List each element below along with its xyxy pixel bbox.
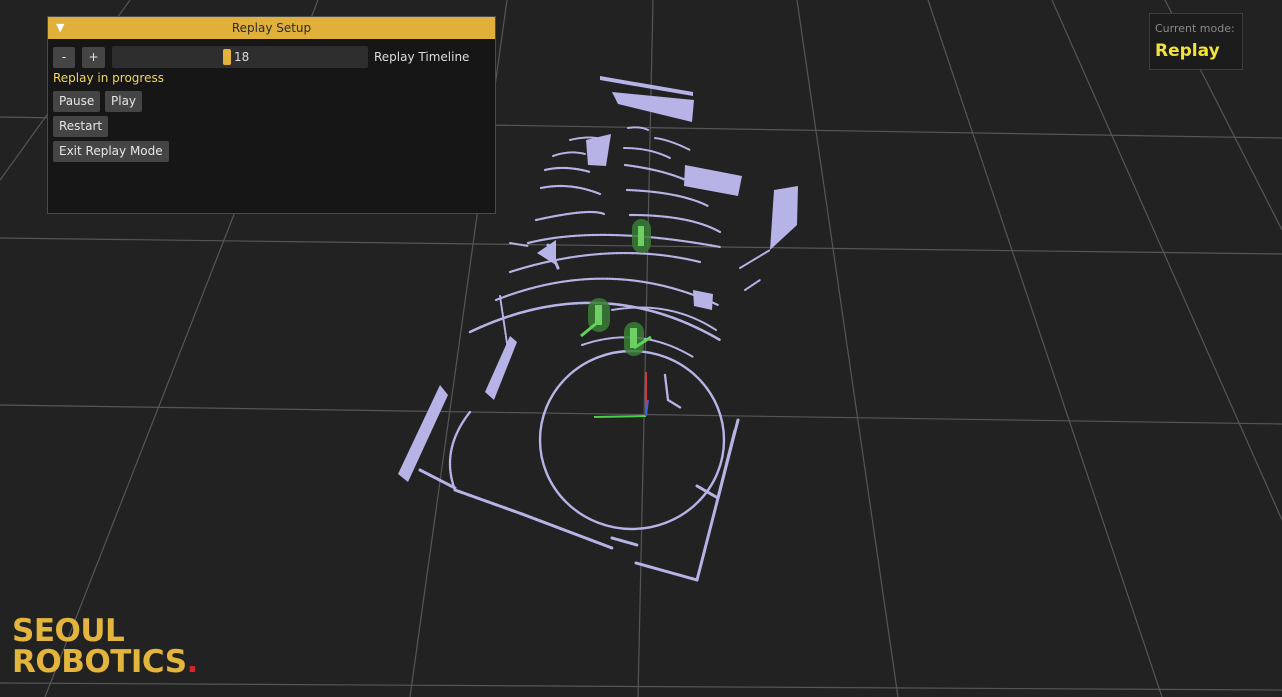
- axis-gizmo-icon: [593, 372, 649, 418]
- replay-setup-panel: ▼ Replay Setup - + 18 Replay Timeline Re…: [47, 16, 496, 214]
- restart-button[interactable]: Restart: [53, 116, 109, 137]
- logo-dot: .: [186, 644, 199, 680]
- timeline-decrement-button[interactable]: -: [53, 47, 75, 68]
- pause-button[interactable]: Pause: [53, 91, 101, 112]
- exit-replay-mode-button[interactable]: Exit Replay Mode: [53, 141, 169, 162]
- current-mode-box: Current mode: Replay: [1149, 13, 1243, 70]
- play-button[interactable]: Play: [105, 91, 143, 112]
- logo-line-1: SEOUL: [12, 613, 125, 649]
- slider-handle[interactable]: [223, 49, 231, 65]
- slider-label: Replay Timeline: [374, 50, 470, 64]
- current-mode-label: Current mode:: [1155, 22, 1235, 35]
- current-mode-value: Replay: [1155, 41, 1220, 61]
- logo-line-2: ROBOTICS: [12, 644, 187, 680]
- replay-timeline-slider[interactable]: 18: [112, 46, 368, 68]
- timeline-increment-button[interactable]: +: [82, 47, 105, 68]
- tracked-objects: [580, 219, 652, 356]
- replay-status-text: Replay in progress: [53, 71, 164, 85]
- seoul-robotics-logo: SEOUL ROBOTICS.: [12, 616, 198, 678]
- slider-value: 18: [234, 50, 250, 64]
